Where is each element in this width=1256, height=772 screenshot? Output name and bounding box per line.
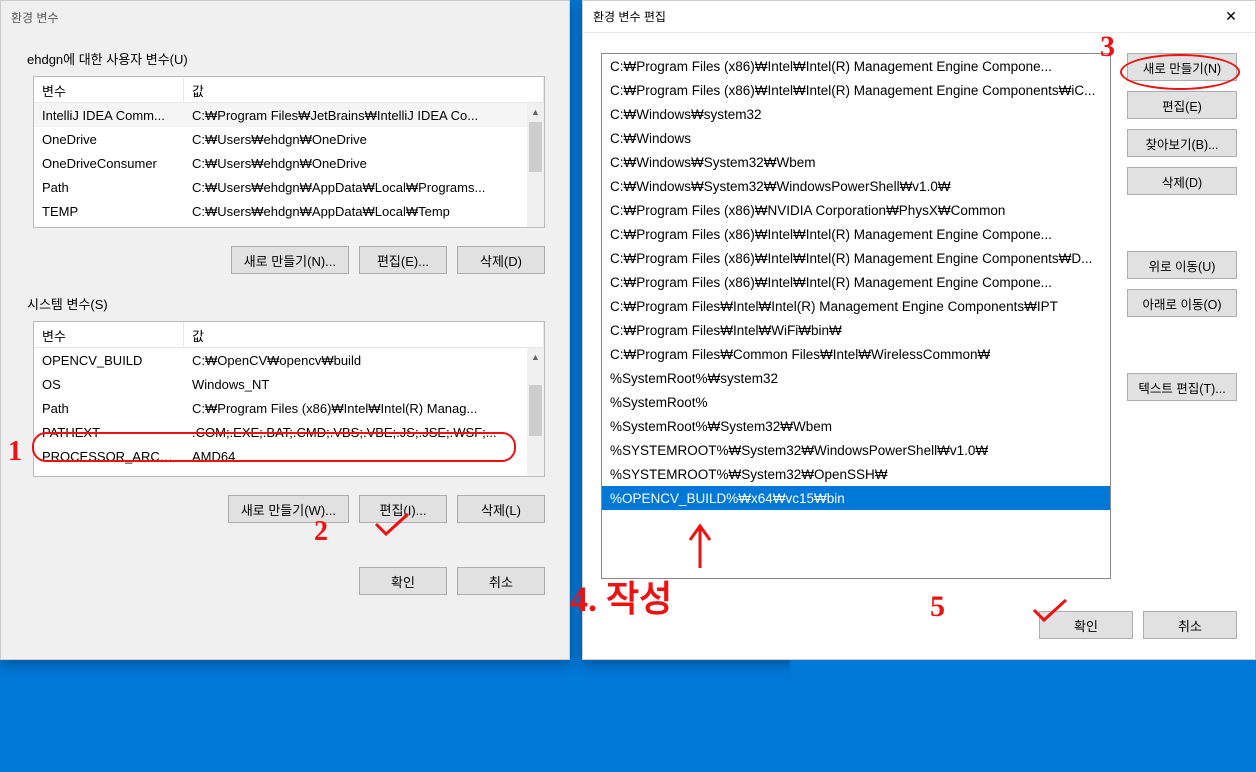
dialog1-bottom-buttons: 확인 취소 <box>1 547 569 615</box>
path-item[interactable]: C:₩Program Files (x86)₩Intel₩Intel(R) Ma… <box>602 246 1110 270</box>
cancel-button[interactable]: 취소 <box>1143 611 1237 639</box>
table-row[interactable]: TEMPC:₩Users₩ehdgn₩AppData₩Local₩Temp <box>34 199 544 223</box>
ok-button[interactable]: 확인 <box>1039 611 1133 639</box>
user-edit-button[interactable]: 편집(E)... <box>359 246 447 274</box>
ok-button[interactable]: 확인 <box>359 567 447 595</box>
table-header: 변수 값 <box>34 322 544 348</box>
user-vars-buttons: 새로 만들기(N)... 편집(E)... 삭제(D) <box>1 236 569 278</box>
table-row[interactable]: PathC:₩Program Files (x86)₩Intel₩Intel(R… <box>34 396 544 420</box>
path-list[interactable]: C:₩Program Files (x86)₩Intel₩Intel(R) Ma… <box>601 53 1111 579</box>
table-row[interactable]: PATHEXT.COM;.EXE;.BAT;.CMD;.VBS;.VBE;.JS… <box>34 420 544 444</box>
table-row[interactable]: PathC:₩Users₩ehdgn₩AppData₩Local₩Program… <box>34 175 544 199</box>
system-delete-button[interactable]: 삭제(L) <box>457 495 545 523</box>
col-val-header[interactable]: 값 <box>184 77 544 102</box>
table-header: 변수 값 <box>34 77 544 103</box>
delete-button[interactable]: 삭제(D) <box>1127 167 1237 195</box>
scroll-up-icon[interactable]: ▲ <box>527 348 544 365</box>
path-item[interactable]: C:₩Program Files (x86)₩Intel₩Intel(R) Ma… <box>602 54 1110 78</box>
cancel-button[interactable]: 취소 <box>457 567 545 595</box>
dialog2-bottom-buttons: 확인 취소 <box>583 599 1255 657</box>
col-val-header[interactable]: 값 <box>184 322 544 347</box>
path-item[interactable]: %OPENCV_BUILD%₩x64₩vc15₩bin <box>602 486 1110 510</box>
system-vars-label: 시스템 변수(S) <box>1 278 569 321</box>
user-new-button[interactable]: 새로 만들기(N)... <box>231 246 349 274</box>
path-item[interactable]: C:₩Program Files₩Intel₩WiFi₩bin₩ <box>602 318 1110 342</box>
path-item[interactable]: C:₩Program Files (x86)₩Intel₩Intel(R) Ma… <box>602 78 1110 102</box>
edit-env-var-dialog: 환경 변수 편집 ✕ C:₩Program Files (x86)₩Intel₩… <box>582 0 1256 660</box>
dialog2-title: 환경 변수 편집 <box>593 8 666 25</box>
user-delete-button[interactable]: 삭제(D) <box>457 246 545 274</box>
move-up-button[interactable]: 위로 이동(U) <box>1127 251 1237 279</box>
system-edit-button[interactable]: 편집(I)... <box>359 495 447 523</box>
scroll-thumb[interactable] <box>529 385 542 436</box>
new-button[interactable]: 새로 만들기(N) <box>1127 53 1237 81</box>
path-item[interactable]: C:₩Program Files (x86)₩Intel₩Intel(R) Ma… <box>602 270 1110 294</box>
system-vars-buttons: 새로 만들기(W)... 편집(I)... 삭제(L) <box>1 485 569 527</box>
dialog2-titlebar[interactable]: 환경 변수 편집 ✕ <box>583 1 1255 33</box>
close-icon: ✕ <box>1225 8 1237 25</box>
table-row[interactable]: PROCESSOR_ARCH...AMD64 <box>34 444 544 468</box>
col-var-header[interactable]: 변수 <box>34 77 184 102</box>
path-item[interactable]: %SystemRoot% <box>602 390 1110 414</box>
browse-button[interactable]: 찾아보기(B)... <box>1127 129 1237 157</box>
scrollbar[interactable]: ▲ <box>527 348 544 476</box>
table-row[interactable]: OPENCV_BUILDC:₩OpenCV₩opencv₩build <box>34 348 544 372</box>
scroll-up-icon[interactable]: ▲ <box>527 103 544 120</box>
dialog1-titlebar[interactable]: 환경 변수 <box>1 1 569 33</box>
text-edit-button[interactable]: 텍스트 편집(T)... <box>1127 373 1237 401</box>
table-row[interactable]: IntelliJ IDEA Comm...C:₩Program Files₩Je… <box>34 103 544 127</box>
table-row[interactable]: OSWindows_NT <box>34 372 544 396</box>
path-item[interactable]: C:₩Windows₩System32₩WindowsPowerShell₩v1… <box>602 174 1110 198</box>
path-item[interactable]: %SystemRoot%₩system32 <box>602 366 1110 390</box>
path-item[interactable]: %SYSTEMROOT%₩System32₩OpenSSH₩ <box>602 462 1110 486</box>
desktop-background <box>790 660 1256 772</box>
path-item[interactable]: C:₩Windows₩System32₩Wbem <box>602 150 1110 174</box>
edit-button[interactable]: 편집(E) <box>1127 91 1237 119</box>
path-item[interactable]: C:₩Windows₩system32 <box>602 102 1110 126</box>
path-item[interactable]: %SYSTEMROOT%₩System32₩WindowsPowerShell₩… <box>602 438 1110 462</box>
scrollbar[interactable]: ▲ <box>527 103 544 227</box>
path-item[interactable]: C:₩Program Files (x86)₩Intel₩Intel(R) Ma… <box>602 222 1110 246</box>
user-vars-table[interactable]: 변수 값 IntelliJ IDEA Comm...C:₩Program Fil… <box>33 76 545 228</box>
table-row[interactable]: OneDriveC:₩Users₩ehdgn₩OneDrive <box>34 127 544 151</box>
path-item[interactable]: %SystemRoot%₩System32₩Wbem <box>602 414 1110 438</box>
close-button[interactable]: ✕ <box>1211 3 1251 31</box>
path-item[interactable]: C:₩Windows <box>602 126 1110 150</box>
path-item[interactable]: C:₩Program Files₩Common Files₩Intel₩Wire… <box>602 342 1110 366</box>
side-buttons: 새로 만들기(N) 편집(E) 찾아보기(B)... 삭제(D) 위로 이동(U… <box>1127 53 1237 579</box>
scroll-thumb[interactable] <box>529 122 542 172</box>
dialog1-title: 환경 변수 <box>11 9 59 26</box>
system-new-button[interactable]: 새로 만들기(W)... <box>228 495 349 523</box>
move-down-button[interactable]: 아래로 이동(O) <box>1127 289 1237 317</box>
path-item[interactable]: C:₩Program Files (x86)₩NVIDIA Corporatio… <box>602 198 1110 222</box>
col-var-header[interactable]: 변수 <box>34 322 184 347</box>
env-vars-dialog: 환경 변수 ehdgn에 대한 사용자 변수(U) 변수 값 IntelliJ … <box>0 0 570 660</box>
system-vars-table[interactable]: 변수 값 OPENCV_BUILDC:₩OpenCV₩opencv₩buildO… <box>33 321 545 477</box>
table-row[interactable]: OneDriveConsumerC:₩Users₩ehdgn₩OneDrive <box>34 151 544 175</box>
path-item[interactable]: C:₩Program Files₩Intel₩Intel(R) Manageme… <box>602 294 1110 318</box>
user-vars-label: ehdgn에 대한 사용자 변수(U) <box>1 33 569 76</box>
